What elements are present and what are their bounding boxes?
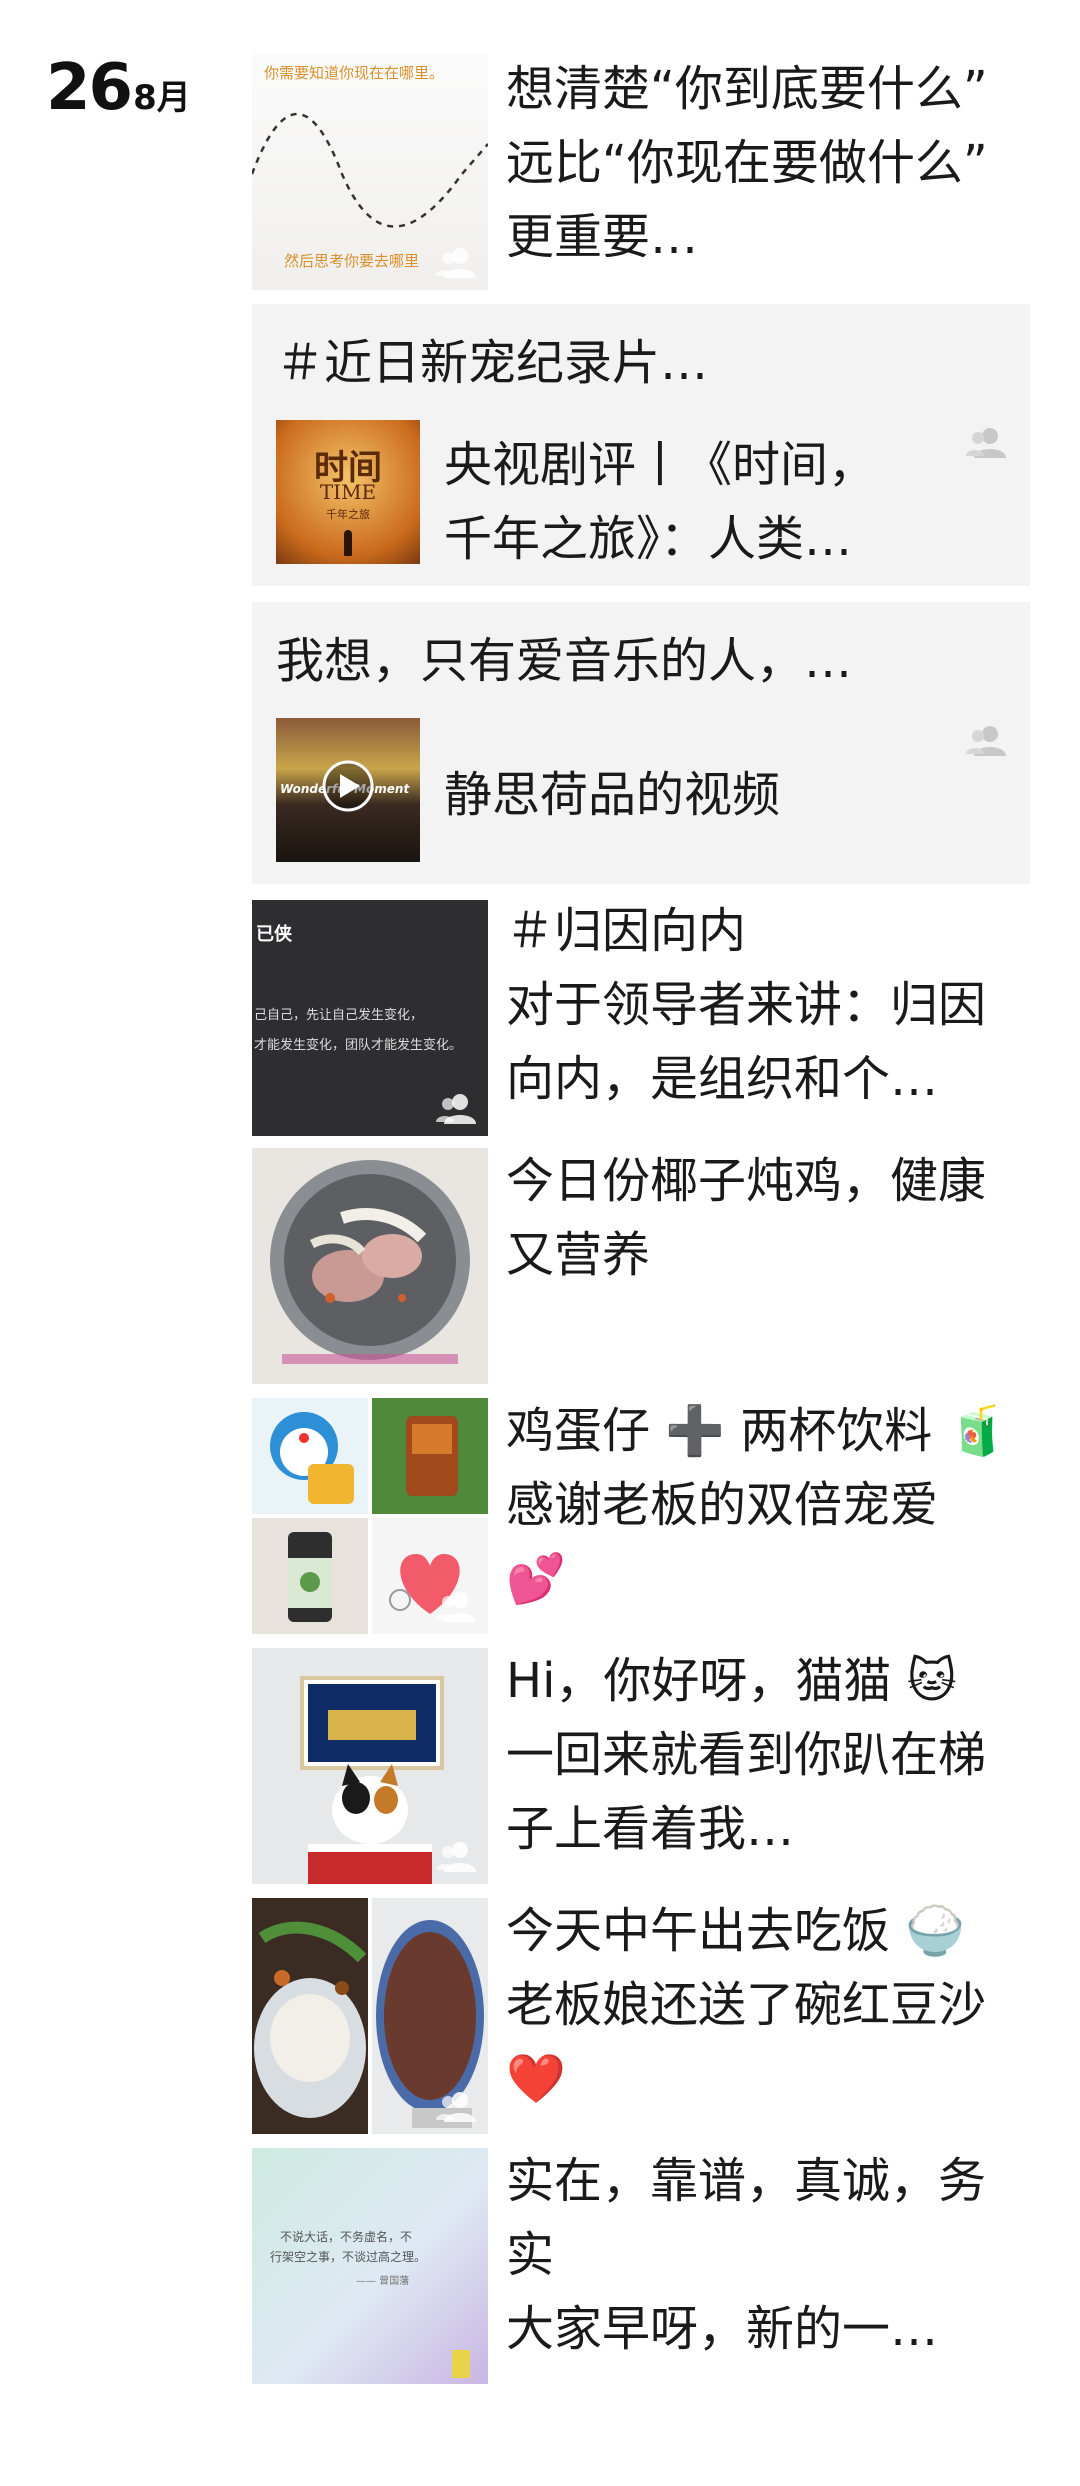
share-video-title: 静思荷品的视频 xyxy=(444,767,781,823)
post-text: 今天中午出去吃饭 🍚 老板娘还送了碗红豆沙 ❤️ xyxy=(506,1903,987,2107)
friends-visibility-icon xyxy=(436,2092,476,2122)
friends-visibility-icon xyxy=(436,1592,476,1622)
thumb-text-bottom: 然后思考你要去哪里 xyxy=(284,252,420,270)
thumb-line-3: 才能发生变化，团队才能发生变化。 xyxy=(254,1038,463,1053)
walking-figure xyxy=(344,530,352,556)
grid-image-1 xyxy=(252,1398,368,1514)
post-text: 实在，靠谱，真诚，务 实 大家早呀，新的一… xyxy=(506,2153,987,2357)
date-day: 26 xyxy=(46,51,133,125)
thumb-line-1: 已侠 xyxy=(256,924,292,945)
post-text: ＃归因向内 对于领导者来讲：归因 向内，是组织和个… xyxy=(506,903,987,1107)
post-text: 想清楚“你到底要什么” 远比“你现在要做什么” 更重要… xyxy=(506,61,988,265)
friends-visibility-icon xyxy=(436,1842,476,1872)
grid-image-2 xyxy=(372,1398,488,1514)
thumb-sub: TIME xyxy=(319,480,377,504)
thumb-small: 千年之旅 xyxy=(326,508,370,521)
moment-post-7[interactable]: Hi，你好呀，猫猫 🐱 一回来就看到你趴在梯 子上看着我… xyxy=(252,1648,1032,1884)
share-article-title: 央视剧评丨《时间， 千年之旅》：人类… xyxy=(444,437,877,567)
qr-code xyxy=(452,2350,470,2378)
post-thumbnail-grid[interactable] xyxy=(252,1398,488,1634)
post-thumbnail[interactable]: 你需要知道你现在在哪里。 然后思考你要去哪里 xyxy=(252,54,488,290)
share-title: ＃近日新宠纪录片… xyxy=(276,335,709,391)
coconut-chicken-photo xyxy=(270,1160,470,1364)
article-thumbnail: 时间 TIME 千年之旅 xyxy=(276,420,420,564)
thumb-line-1: 不说大话，不务虚名，不 xyxy=(280,2230,413,2244)
thumb-line-2: 行架空之事，不谈过高之理。 xyxy=(270,2250,427,2264)
moment-post-5[interactable]: 今日份椰子炖鸡，健康 又营养 xyxy=(252,1148,1032,1384)
post-text: Hi，你好呀，猫猫 🐱 一回来就看到你趴在梯 子上看着我… xyxy=(506,1653,987,1857)
friends-visibility-icon xyxy=(966,726,1006,756)
moment-post-4[interactable]: 已侠 己自己，先让自己发生变化， 才能发生变化，团队才能发生变化。 ＃归因向内 … xyxy=(252,900,1032,1136)
moment-post-1[interactable]: 你需要知道你现在在哪里。 然后思考你要去哪里 想清楚“你到底要什么” 远比“你现… xyxy=(252,54,1032,290)
friends-visibility-icon xyxy=(966,428,1006,458)
thumb-line-2: 己自己，先让自己发生变化， xyxy=(254,1008,424,1023)
post-text: 鸡蛋仔 ➕ 两杯饮料 🧃 感谢老板的双倍宠爱 💕 xyxy=(506,1403,1008,1607)
moment-share-video[interactable]: 我想，只有爱音乐的人，… Wonderful Moment 静思荷品的视频 xyxy=(252,602,1030,884)
thumb-line-3: —— 曾国藩 xyxy=(356,2276,410,2287)
post-thumbnail[interactable] xyxy=(252,1648,488,1884)
date-month: 8月 xyxy=(133,78,191,118)
grid-image-rice-bowl xyxy=(252,1898,368,2134)
post-thumbnail[interactable] xyxy=(252,1148,488,1384)
post-thumbnail[interactable]: 不说大话，不务虚名，不 行架空之事，不谈过高之理。 —— 曾国藩 xyxy=(252,2148,488,2384)
post-text: 今日份椰子炖鸡，健康 又营养 xyxy=(506,1153,987,1283)
post-thumbnail-grid[interactable] xyxy=(252,1898,488,2134)
share-title: 我想，只有爱音乐的人，… xyxy=(276,633,853,689)
date-label: 268月 xyxy=(46,56,191,120)
grid-image-3 xyxy=(252,1518,368,1634)
friends-visibility-icon xyxy=(436,248,476,278)
video-thumbnail: Wonderful Moment xyxy=(276,718,420,862)
moment-post-9[interactable]: 不说大话，不务虚名，不 行架空之事，不谈过高之理。 —— 曾国藩 实在，靠谱，真… xyxy=(252,2148,1032,2384)
moment-post-6[interactable]: 鸡蛋仔 ➕ 两杯饮料 🧃 感谢老板的双倍宠爱 💕 xyxy=(252,1398,1032,1634)
moment-share-article[interactable]: ＃近日新宠纪录片… 时间 TIME 千年之旅 央视剧评丨《时间， 千年之旅》：人… xyxy=(252,304,1030,586)
play-icon[interactable] xyxy=(276,718,420,862)
friends-visibility-icon xyxy=(436,1094,476,1124)
post-thumbnail[interactable]: 已侠 己自己，先让自己发生变化， 才能发生变化，团队才能发生变化。 xyxy=(252,900,488,1136)
moment-post-8[interactable]: 今天中午出去吃饭 🍚 老板娘还送了碗红豆沙 ❤️ xyxy=(252,1898,1032,2134)
